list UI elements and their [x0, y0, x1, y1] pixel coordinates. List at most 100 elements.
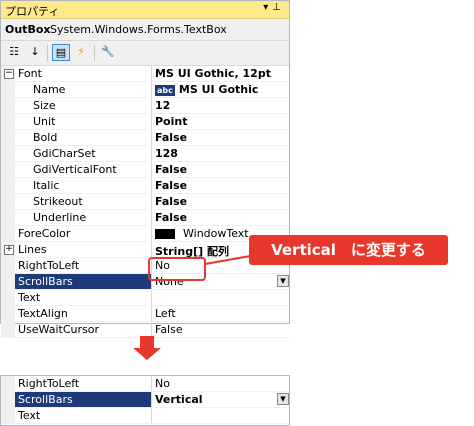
column-divider — [151, 66, 152, 81]
row-margin — [1, 274, 15, 289]
property-row-name[interactable]: Name abc MS UI Gothic — [1, 82, 289, 98]
property-row-text[interactable]: Text — [1, 290, 289, 306]
property-value[interactable]: False — [155, 195, 187, 208]
property-name: Size — [33, 99, 56, 112]
property-row-unit[interactable]: Unit Point — [1, 114, 289, 130]
property-row-scrollbars[interactable]: ScrollBars None ▼ — [1, 274, 289, 290]
properties-panel: プロパティ ▾⊥ OutBox System.Windows.Forms.Tex… — [0, 0, 290, 338]
property-name: Unit — [33, 115, 56, 128]
row-margin — [1, 130, 15, 145]
property-row-size[interactable]: Size 12 — [1, 98, 289, 114]
property-name: ScrollBars — [15, 392, 151, 407]
property-value[interactable]: False — [155, 323, 183, 336]
row-margin — [1, 258, 15, 273]
row-margin — [1, 146, 15, 161]
property-grid: − Font MS UI Gothic, 12pt Name abc MS UI Goth… — [1, 66, 289, 338]
property-name: RightToLeft — [18, 377, 80, 390]
property-row-righttoleft[interactable]: RightToLeft No — [1, 376, 289, 392]
row-margin — [1, 392, 15, 407]
dropdown-button[interactable]: ▼ — [277, 275, 289, 287]
properties-toolbar: ☷ ↓ ▤ ⚡ 🔧 — [1, 41, 289, 66]
property-grid-after: RightToLeft No ScrollBars Vertical ▼ Text — [1, 376, 289, 424]
property-value[interactable]: 128 — [155, 147, 178, 160]
property-name: Font — [18, 67, 42, 80]
property-value[interactable]: Left — [155, 307, 176, 320]
property-name: Text — [18, 291, 41, 304]
titlebar-buttons: ▾⊥ — [263, 2, 285, 13]
down-arrow-icon — [133, 348, 161, 360]
panel-titlebar: プロパティ ▾⊥ — [1, 1, 289, 19]
property-row-text[interactable]: Text — [1, 408, 289, 424]
property-name: GdiCharSet — [33, 147, 96, 160]
down-arrow-icon — [140, 336, 154, 348]
column-divider — [151, 114, 152, 129]
column-divider — [151, 146, 152, 161]
events-icon[interactable]: ⚡ — [72, 44, 90, 61]
property-value[interactable]: No — [155, 377, 170, 390]
property-row-gdiverticalfont[interactable]: GdiVerticalFont False — [1, 162, 289, 178]
property-value[interactable]: Vertical — [155, 393, 203, 406]
property-value[interactable]: abc MS UI Gothic — [155, 83, 258, 96]
row-margin — [1, 178, 15, 193]
property-value[interactable]: False — [155, 131, 187, 144]
highlight-box — [148, 257, 206, 281]
row-margin: − — [1, 66, 15, 81]
property-row-font[interactable]: − Font MS UI Gothic, 12pt — [1, 66, 289, 82]
row-margin — [1, 98, 15, 113]
object-selector[interactable]: OutBox System.Windows.Forms.TextBox — [1, 19, 289, 41]
callout-label: Vertical に変更する — [249, 235, 448, 265]
property-row-strikeout[interactable]: Strikeout False — [1, 194, 289, 210]
property-pages-icon[interactable]: 🔧 — [99, 44, 117, 61]
column-divider — [151, 242, 152, 257]
categorized-icon[interactable]: ☷ — [5, 44, 23, 61]
property-row-righttoleft[interactable]: RightToLeft No — [1, 258, 289, 274]
chevron-down-icon[interactable]: ▾ — [263, 2, 272, 13]
column-divider — [151, 162, 152, 177]
column-divider — [151, 290, 152, 305]
row-margin — [1, 194, 15, 209]
column-divider — [151, 210, 152, 225]
row-margin — [1, 210, 15, 225]
property-name: Lines — [18, 243, 47, 256]
column-divider — [151, 408, 152, 423]
panel-title: プロパティ — [5, 5, 60, 18]
dropdown-button[interactable]: ▼ — [277, 393, 289, 405]
properties-icon[interactable]: ▤ — [52, 44, 70, 61]
pin-icon[interactable]: ⊥ — [272, 2, 285, 13]
property-name: ScrollBars — [15, 274, 151, 289]
column-divider — [151, 226, 152, 241]
property-row-forecolor[interactable]: ForeColor WindowText — [1, 226, 289, 242]
property-value[interactable]: MS UI Gothic, 12pt — [155, 67, 271, 80]
property-row-textalign[interactable]: TextAlign Left — [1, 306, 289, 322]
property-name: Underline — [33, 211, 87, 224]
row-margin: + — [1, 242, 15, 257]
property-row-scrollbars[interactable]: ScrollBars Vertical ▼ — [1, 392, 289, 408]
column-divider — [151, 82, 152, 97]
property-value[interactable]: False — [155, 163, 187, 176]
object-name: OutBox — [5, 23, 51, 36]
collapse-icon[interactable]: − — [4, 69, 14, 79]
property-name: Text — [18, 409, 41, 422]
object-type: System.Windows.Forms.TextBox — [50, 23, 227, 36]
property-row-bold[interactable]: Bold False — [1, 130, 289, 146]
alphabetical-icon[interactable]: ↓ — [26, 44, 44, 61]
property-value[interactable]: False — [155, 211, 187, 224]
property-row-underline[interactable]: Underline False — [1, 210, 289, 226]
expand-icon[interactable]: + — [4, 245, 14, 255]
property-value[interactable]: Point — [155, 115, 187, 128]
row-margin — [1, 290, 15, 305]
property-row-italic[interactable]: Italic False — [1, 178, 289, 194]
row-margin — [1, 306, 15, 321]
property-name: ForeColor — [18, 227, 71, 240]
column-divider — [151, 392, 152, 407]
property-name: RightToLeft — [18, 259, 80, 272]
property-row-gdicharset[interactable]: GdiCharSet 128 — [1, 146, 289, 162]
property-name: Italic — [33, 179, 60, 192]
row-margin — [1, 226, 15, 241]
property-value[interactable]: False — [155, 179, 187, 192]
property-value[interactable]: WindowText — [155, 227, 249, 240]
property-name: GdiVerticalFont — [33, 163, 117, 176]
property-name: Name — [33, 83, 66, 96]
toolbar-separator — [94, 45, 95, 61]
property-value[interactable]: 12 — [155, 99, 170, 112]
